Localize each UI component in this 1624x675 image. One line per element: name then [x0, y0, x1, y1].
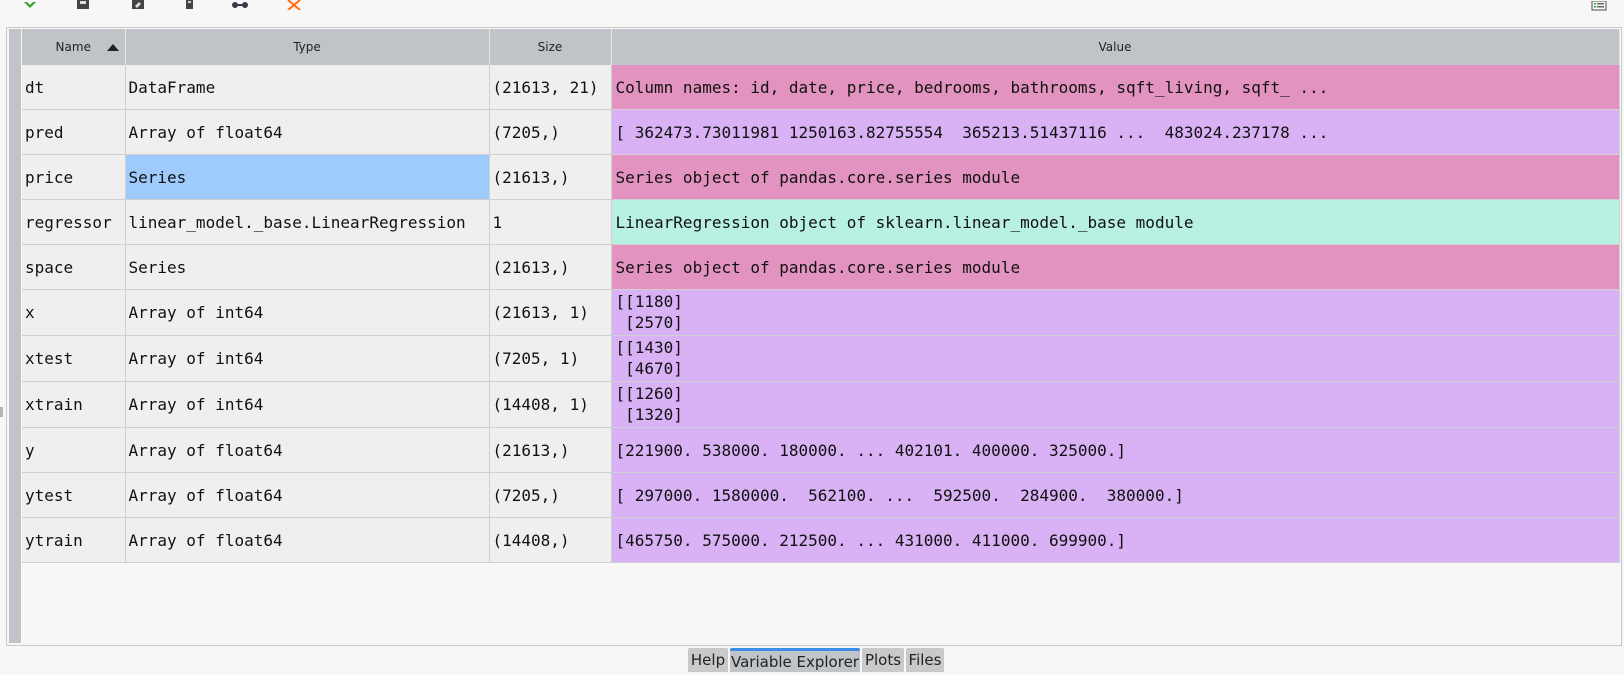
link-icon[interactable]	[231, 0, 249, 10]
tab-variable-explorer[interactable]: Variable Explorer	[730, 648, 860, 672]
variable-size[interactable]: (14408, 1)	[489, 381, 612, 428]
column-header-name-label: Name	[55, 40, 91, 54]
column-header-value[interactable]: Value	[611, 29, 1620, 65]
variable-name[interactable]: xtest	[22, 335, 126, 382]
splitter-handle[interactable]	[0, 407, 3, 417]
copy-icon[interactable]	[180, 0, 198, 10]
options-menu-icon[interactable]	[1590, 0, 1608, 11]
variable-name[interactable]: pred	[22, 109, 126, 155]
save-as-icon[interactable]	[129, 0, 147, 10]
variable-row-dt[interactable]: dt DataFrame (21613, 21) Column names: id, …	[22, 65, 1620, 110]
variable-table: Name Type Size Value dt DataFrame (21613, …	[22, 29, 1620, 563]
variable-name[interactable]: ytest	[22, 472, 126, 518]
variable-row-price[interactable]: price Series (21613,) Series object of pand…	[22, 154, 1620, 200]
variable-table-frame: Name Type Size Value dt DataFrame (21613, …	[6, 27, 1622, 646]
variable-name[interactable]: price	[22, 154, 126, 200]
tab-files[interactable]: Files	[906, 648, 944, 672]
variable-name[interactable]: xtrain	[22, 381, 126, 428]
sort-ascending-icon	[106, 44, 119, 51]
variable-row-xtest[interactable]: xtest Array of int64 (7205, 1) [[1430] [467…	[22, 335, 1620, 382]
variable-name[interactable]: dt	[22, 65, 126, 110]
variable-size[interactable]: (21613,)	[489, 154, 612, 200]
variable-value[interactable]: [ 362473.73011981 1250163.82755554 36521…	[611, 109, 1620, 155]
remove-all-icon[interactable]	[285, 0, 303, 10]
tab-plots[interactable]: Plots	[862, 648, 904, 672]
variable-type[interactable]: Series	[125, 244, 490, 290]
column-header-type[interactable]: Type	[125, 29, 490, 65]
variable-size[interactable]: 1	[489, 199, 612, 245]
variable-size[interactable]: (7205,)	[489, 472, 612, 518]
variable-type[interactable]: Array of float64	[125, 427, 490, 473]
variable-name[interactable]: ytrain	[22, 517, 126, 563]
variable-row-x[interactable]: x Array of int64 (21613, 1) [[1180] [2570]	[22, 289, 1620, 336]
variable-value[interactable]: [[1180] [2570]	[611, 289, 1620, 336]
tab-help[interactable]: Help	[688, 648, 728, 672]
variable-explorer-window: Name Type Size Value dt DataFrame (21613, …	[0, 0, 1624, 675]
import-data-icon[interactable]	[21, 0, 39, 10]
variable-value[interactable]: Series object of pandas.core.series modu…	[611, 154, 1620, 200]
variable-value[interactable]: [[1430] [4670]	[611, 335, 1620, 382]
variable-value[interactable]: [221900. 538000. 180000. ... 402101. 400…	[611, 427, 1620, 473]
variable-value[interactable]: Column names: id, date, price, bedrooms,…	[611, 65, 1620, 110]
variable-name[interactable]: regressor	[22, 199, 126, 245]
variable-row-regressor[interactable]: regressor linear_model._base.LinearRegres…	[22, 199, 1620, 245]
variable-row-y[interactable]: y Array of float64 (21613,) [221900. 538000…	[22, 427, 1620, 473]
variable-type[interactable]: DataFrame	[125, 65, 490, 110]
variable-row-xtrain[interactable]: xtrain Array of int64 (14408, 1) [[1260] [1…	[22, 381, 1620, 428]
variable-explorer-toolbar	[0, 0, 1624, 26]
bottom-tab-bar: Help Variable Explorer Plots Files	[0, 646, 1624, 675]
variable-row-ytest[interactable]: ytest Array of float64 (7205,)[ 297000. 15…	[22, 472, 1620, 518]
variable-value[interactable]: [[1260] [1320]	[611, 381, 1620, 428]
variable-row-ytrain[interactable]: ytrain Array of float64 (14408,) [465750. 5…	[22, 517, 1620, 563]
row-header-gutter	[9, 29, 21, 643]
variable-size[interactable]: (21613,)	[489, 244, 612, 290]
variable-type[interactable]: linear_model._base.LinearRegression	[125, 199, 490, 245]
variable-size[interactable]: (21613,)	[489, 427, 612, 473]
variable-type[interactable]: Series	[125, 154, 490, 200]
variable-value[interactable]: [ 297000. 1580000. 562100. ... 592500. 2…	[611, 472, 1620, 518]
variable-row-space[interactable]: space Series (21613,) Series object of pand…	[22, 244, 1620, 290]
variable-type[interactable]: Array of int64	[125, 381, 490, 428]
variable-row-pred[interactable]: pred Array of float64 (7205,)[ 362473.7301…	[22, 109, 1620, 155]
variable-value[interactable]: LinearRegression object of sklearn.linea…	[611, 199, 1620, 245]
save-data-icon[interactable]	[74, 0, 92, 10]
variable-size[interactable]: (7205, 1)	[489, 335, 612, 382]
variable-type[interactable]: Array of int64	[125, 289, 490, 336]
variable-size[interactable]: (7205,)	[489, 109, 612, 155]
variable-value[interactable]: Series object of pandas.core.series modu…	[611, 244, 1620, 290]
variable-name[interactable]: y	[22, 427, 126, 473]
variable-size[interactable]: (14408,)	[489, 517, 612, 563]
table-header: Name Type Size Value	[22, 29, 1620, 65]
variable-type[interactable]: Array of float64	[125, 472, 490, 518]
variable-name[interactable]: space	[22, 244, 126, 290]
variable-size[interactable]: (21613, 21)	[489, 65, 612, 110]
column-header-size[interactable]: Size	[489, 29, 612, 65]
variable-size[interactable]: (21613, 1)	[489, 289, 612, 336]
variable-type[interactable]: Array of float64	[125, 517, 490, 563]
variable-name[interactable]: x	[22, 289, 126, 336]
column-header-name[interactable]: Name	[22, 29, 126, 65]
variable-type[interactable]: Array of int64	[125, 335, 490, 382]
variable-value[interactable]: [465750. 575000. 212500. ... 431000. 411…	[611, 517, 1620, 563]
variable-type[interactable]: Array of float64	[125, 109, 490, 155]
